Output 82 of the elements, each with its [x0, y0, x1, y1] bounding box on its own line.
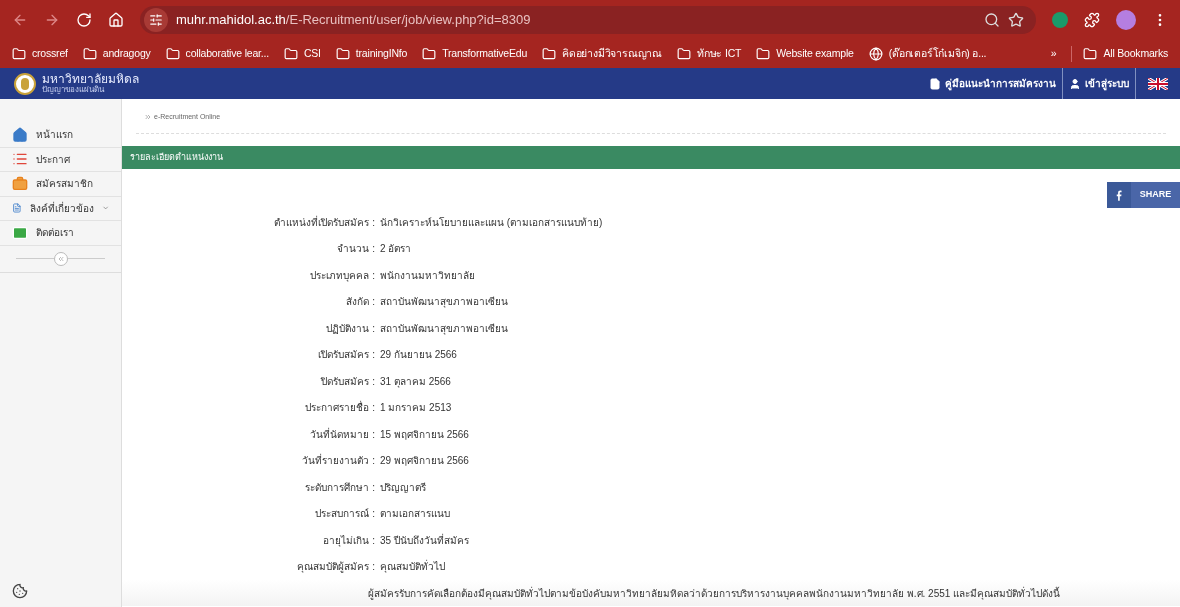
- university-logo-icon: [14, 72, 36, 95]
- field-label: ตำแหน่งที่เปิดรับสมัคร :: [273, 214, 375, 230]
- field-label: ปิดรับสมัคร :: [319, 374, 375, 389]
- document-icon: [929, 77, 941, 90]
- extensions-icon[interactable]: [1084, 12, 1100, 28]
- bookmark-item[interactable]: (ด๊อกเตอร์โก๋เมจิก) อ...: [864, 46, 991, 62]
- bookmark-star-icon[interactable]: [1008, 12, 1024, 28]
- field-value: 35 ปีนับถึงวันที่สมัคร: [380, 532, 469, 548]
- sidebar-item[interactable]: ประกาศ: [0, 147, 121, 172]
- qualification-note: ผู้สมัครรับการคัดเลือกต้องมีคุณสมบัติทั่วไปตามข้อบังคับมหาวิทยาลัยมหิดลว่าด้วยการบริหารงานบุคคลพนักงานมหาวิทยาลัย พ.ศ. 2551 และมีคุณสมบัติทั่วไปดังนี้: [368, 585, 1061, 601]
- folder-icon: [283, 47, 298, 61]
- field-label: ระดับการศึกษา :: [304, 480, 375, 495]
- field-value: พนักงานมหาวิทยาลัย: [380, 268, 475, 283]
- field-label: ประเภทบุคคล :: [309, 268, 375, 283]
- field-label: สังกัด :: [345, 295, 375, 310]
- address-bar[interactable]: muhr.mahidol.ac.th/E-Recruitment/user/job/view.php?id=8309: [140, 6, 1036, 34]
- university-name: มหาวิทยาลัยมหิดล: [42, 73, 139, 85]
- field-value: สถาบันพัฒนาสุขภาพอาเซียน: [380, 295, 508, 310]
- field-label: คุณสมบัติผู้สมัคร :: [296, 560, 375, 575]
- field-value: 1 มกราคม 2513: [380, 401, 452, 416]
- field-value: ปริญญาตรี: [380, 480, 426, 495]
- folder-icon: [165, 47, 180, 61]
- field-label: เปิดรับสมัคร :: [317, 348, 375, 363]
- bookmark-item[interactable]: Website example: [752, 46, 858, 62]
- field-value: 2 อัตรา: [380, 242, 412, 257]
- folder-icon: [756, 47, 771, 61]
- section-header: รายละเอียดตำแหน่งงาน: [122, 146, 1180, 169]
- folder-icon: [82, 47, 97, 61]
- folder-icon: [12, 47, 26, 61]
- field-value: 29 กันยายน 2566: [380, 348, 457, 363]
- chevrons-right-icon: [144, 113, 152, 121]
- field-label: ปฏิบัติงาน :: [325, 321, 375, 336]
- field-value: 31 ตุลาคม 2566: [380, 374, 451, 389]
- bookmark-item[interactable]: andragogy: [78, 46, 155, 62]
- all-bookmarks[interactable]: All Bookmarks: [1079, 46, 1172, 62]
- briefcase-icon: [12, 175, 28, 192]
- field-label: อายุไม่เกิน :: [322, 533, 375, 548]
- bookmarks-overflow[interactable]: »: [1042, 46, 1065, 62]
- reload-icon[interactable]: [76, 12, 92, 28]
- field-label: วันที่รายงานตัว :: [301, 453, 375, 469]
- facebook-icon: [1116, 189, 1122, 201]
- zoom-icon[interactable]: [984, 12, 1000, 28]
- bookmark-item[interactable]: CSI: [279, 46, 325, 62]
- field-label: วันที่นัดหมาย :: [309, 426, 375, 442]
- back-icon[interactable]: [12, 12, 28, 28]
- globe-icon: [868, 47, 883, 61]
- sidebar-item[interactable]: ลิงค์ที่เกี่ยวข้อง: [0, 196, 121, 221]
- share-button[interactable]: SHARE: [1107, 182, 1180, 208]
- user-icon: [1069, 77, 1081, 90]
- field-value: สถาบันพัฒนาสุขภาพอาเซียน: [380, 321, 508, 336]
- site-info-icon[interactable]: [149, 13, 163, 27]
- home-icon[interactable]: [108, 12, 124, 28]
- folder-icon: [542, 47, 557, 61]
- forward-icon[interactable]: [44, 12, 60, 28]
- field-value: ตามเอกสารแนบ: [380, 507, 450, 522]
- field-value: นักวิเคราะห์นโยบายและแผน (ตามเอกสารแนบท้าย): [380, 215, 603, 230]
- bookmark-item[interactable]: คิดอย่างมีวิจารณญาณ: [538, 46, 667, 62]
- field-label: ประกาศรายชื่อ :: [304, 400, 375, 416]
- bookmark-item[interactable]: crossref: [8, 46, 72, 62]
- language-flag-icon[interactable]: [1148, 77, 1168, 90]
- header-link[interactable]: คู่มือแนะนำการสมัครงาน: [923, 68, 1063, 99]
- field-value: 29 พฤศจิกายน 2566: [380, 454, 469, 469]
- header-link[interactable]: เข้าสู่ระบบ: [1063, 68, 1136, 99]
- bookmark-item[interactable]: TransformativeEdu: [418, 46, 532, 62]
- field-label: จำนวน :: [336, 242, 375, 257]
- bookmark-item[interactable]: trainingINfo: [331, 46, 412, 62]
- folder-icon: [1083, 47, 1098, 61]
- bookmark-item[interactable]: ทักษะ ICT: [673, 46, 746, 62]
- sidebar-item[interactable]: หน้าแรก: [0, 123, 121, 148]
- sidebar-item[interactable]: สมัครสมาชิก: [0, 172, 121, 197]
- folder-icon: [677, 47, 692, 61]
- field-value: คุณสมบัติทั่วไป: [380, 559, 445, 575]
- bookmark-item[interactable]: collaborative lear...: [161, 46, 273, 62]
- folder-icon: [335, 47, 350, 61]
- field-label: ประสบการณ์ :: [314, 507, 375, 522]
- university-motto: ปัญญาของแผ่นดิน: [42, 86, 106, 94]
- field-value: 15 พฤศจิกายน 2566: [380, 427, 469, 442]
- folder-icon: [422, 47, 437, 61]
- cookie-settings-icon[interactable]: [12, 583, 28, 599]
- home-icon: [12, 126, 28, 143]
- sidebar-item[interactable]: ติดต่อเรา: [0, 221, 121, 246]
- url-text: muhr.mahidol.ac.th/E-Recruitment/user/job/view.php?id=8309: [176, 11, 531, 30]
